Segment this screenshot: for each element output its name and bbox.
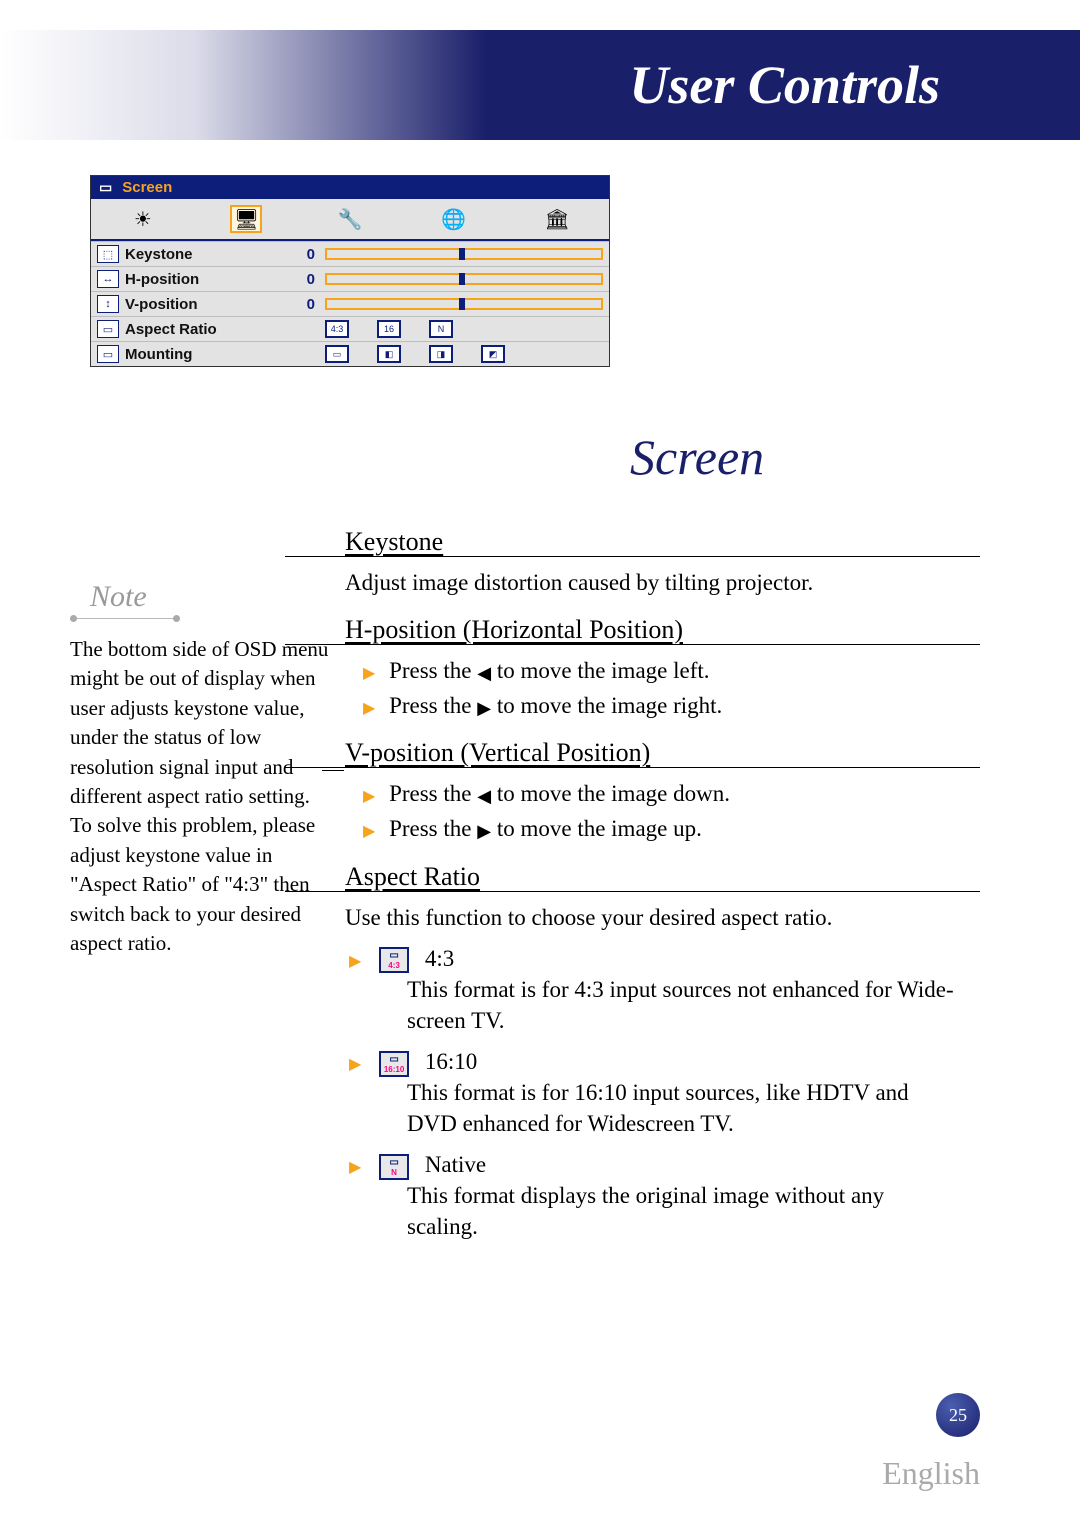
right-arrow-icon: ▶ bbox=[477, 696, 491, 720]
osd-titlebar: ▭ Screen bbox=[91, 176, 609, 199]
keystone-slider bbox=[325, 248, 603, 260]
osd-tab-4: 🌐 bbox=[438, 205, 470, 233]
aspect-item-16-10: ▶ ▭16:10 16:10 This format is for 16:10 … bbox=[349, 1046, 980, 1139]
content-body: Keystone Adjust image distortion caused … bbox=[345, 510, 980, 1242]
osd-row-vpos: ↕ V-position 0 bbox=[91, 291, 609, 316]
vpos-bullet-1: ▶ Press the ◀ to move the image down. bbox=[363, 778, 980, 809]
aspect-native-desc: This format displays the original image … bbox=[407, 1180, 960, 1242]
bullet-icon: ▶ bbox=[349, 1159, 361, 1176]
right-arrow-icon: ▶ bbox=[477, 819, 491, 843]
aspect-label: Aspect Ratio bbox=[125, 321, 285, 338]
note-label: Note bbox=[90, 580, 147, 614]
aspect-16-10-label: 16:10 bbox=[425, 1049, 477, 1074]
mount-icons: ▭ ◧ ◨ ◩ bbox=[325, 345, 505, 363]
aspect-icons: 4:3 16 N bbox=[325, 320, 453, 338]
osd-tabs: ☀ 🖥 🔧 🌐 🏛 bbox=[91, 199, 609, 241]
keystone-label: Keystone bbox=[125, 246, 285, 263]
keystone-value: 0 bbox=[285, 246, 315, 263]
hpos-value: 0 bbox=[285, 271, 315, 288]
osd-tab-3: 🔧 bbox=[334, 205, 366, 233]
bullet-icon: ▶ bbox=[363, 665, 375, 682]
mount-icon-2: ◧ bbox=[377, 345, 401, 363]
hpos-slider bbox=[325, 273, 603, 285]
hpos-label: H-position bbox=[125, 271, 285, 288]
note-underline bbox=[70, 618, 180, 619]
osd-rows: ⬚ Keystone 0 ↔ H-position 0 ↕ V-position… bbox=[91, 241, 609, 366]
vpos-label: V-position bbox=[125, 296, 285, 313]
bullet-icon: ▶ bbox=[349, 1056, 361, 1073]
mounting-label: Mounting bbox=[125, 346, 285, 363]
left-arrow-icon: ◀ bbox=[477, 661, 491, 685]
osd-row-aspect: ▭ Aspect Ratio 4:3 16 N bbox=[91, 316, 609, 341]
aspect-intro: Use this function to choose your desired… bbox=[345, 902, 980, 933]
keystone-icon: ⬚ bbox=[97, 245, 119, 263]
bullet-icon: ▶ bbox=[349, 953, 361, 970]
page-header-title: User Controls bbox=[629, 54, 940, 116]
bullet-icon: ▶ bbox=[363, 823, 375, 840]
keystone-body: Adjust image distortion caused by tiltin… bbox=[345, 567, 980, 598]
osd-title-text: Screen bbox=[122, 179, 172, 196]
hpos-icon: ↔ bbox=[97, 270, 119, 288]
aspect-native-icon: ▭N bbox=[379, 1154, 409, 1180]
mount-icon-1: ▭ bbox=[325, 345, 349, 363]
aspect-native-label: Native bbox=[425, 1152, 486, 1177]
section-title: Screen bbox=[630, 428, 764, 486]
osd-row-mounting: ▭ Mounting ▭ ◧ ◨ ◩ bbox=[91, 341, 609, 366]
header-bar: User Controls bbox=[0, 30, 1080, 140]
hpos-heading: H-position (Horizontal Position) bbox=[345, 612, 980, 647]
osd-tab-5: 🏛 bbox=[541, 205, 573, 233]
osd-tab-2-active: 🖥 bbox=[230, 205, 262, 233]
left-arrow-icon: ◀ bbox=[477, 784, 491, 808]
mount-icon-4: ◩ bbox=[481, 345, 505, 363]
mounting-icon: ▭ bbox=[97, 345, 119, 363]
keystone-heading: Keystone bbox=[345, 524, 980, 559]
note-text: The bottom side of OSD menu might be out… bbox=[70, 635, 330, 958]
note-connector-line bbox=[322, 770, 344, 771]
mount-icon-3: ◨ bbox=[429, 345, 453, 363]
hpos-bullet-2: ▶ Press the ▶ to move the image right. bbox=[363, 690, 980, 721]
aspect-item-4-3: ▶ ▭4:3 4:3 This format is for 4:3 input … bbox=[349, 943, 980, 1036]
language-label: English bbox=[882, 1455, 980, 1492]
aspect-4-3-icon: 4:3 bbox=[325, 320, 349, 338]
aspect-item-native: ▶ ▭N Native This format displays the ori… bbox=[349, 1149, 980, 1242]
aspect-native-icon: N bbox=[429, 320, 453, 338]
aspect-16-10-desc: This format is for 16:10 input sources, … bbox=[407, 1077, 960, 1139]
osd-row-hpos: ↔ H-position 0 bbox=[91, 266, 609, 291]
vpos-value: 0 bbox=[285, 296, 315, 313]
vpos-icon: ↕ bbox=[97, 295, 119, 313]
page-number: 25 bbox=[936, 1393, 980, 1437]
bullet-icon: ▶ bbox=[363, 788, 375, 805]
aspect-4-3-desc: This format is for 4:3 input sources not… bbox=[407, 974, 960, 1036]
hpos-bullet-1: ▶ Press the ◀ to move the image left. bbox=[363, 655, 980, 686]
projector-icon: ▭ bbox=[99, 179, 112, 196]
aspect-16-10-icon: ▭16:10 bbox=[379, 1051, 409, 1077]
bullet-icon: ▶ bbox=[363, 700, 375, 717]
osd-tab-1: ☀ bbox=[127, 205, 159, 233]
vpos-heading: V-position (Vertical Position) bbox=[345, 735, 980, 770]
aspect-icon: ▭ bbox=[97, 320, 119, 338]
vpos-bullet-2: ▶ Press the ▶ to move the image up. bbox=[363, 813, 980, 844]
osd-screenshot: ▭ Screen ☀ 🖥 🔧 🌐 🏛 ⬚ Keystone 0 ↔ H-posi… bbox=[90, 175, 610, 367]
aspect-4-3-icon: ▭4:3 bbox=[379, 947, 409, 973]
aspect-16-10-icon: 16 bbox=[377, 320, 401, 338]
aspect-4-3-label: 4:3 bbox=[425, 946, 454, 971]
aspect-heading: Aspect Ratio bbox=[345, 859, 980, 894]
vpos-slider bbox=[325, 298, 603, 310]
osd-row-keystone: ⬚ Keystone 0 bbox=[91, 241, 609, 266]
